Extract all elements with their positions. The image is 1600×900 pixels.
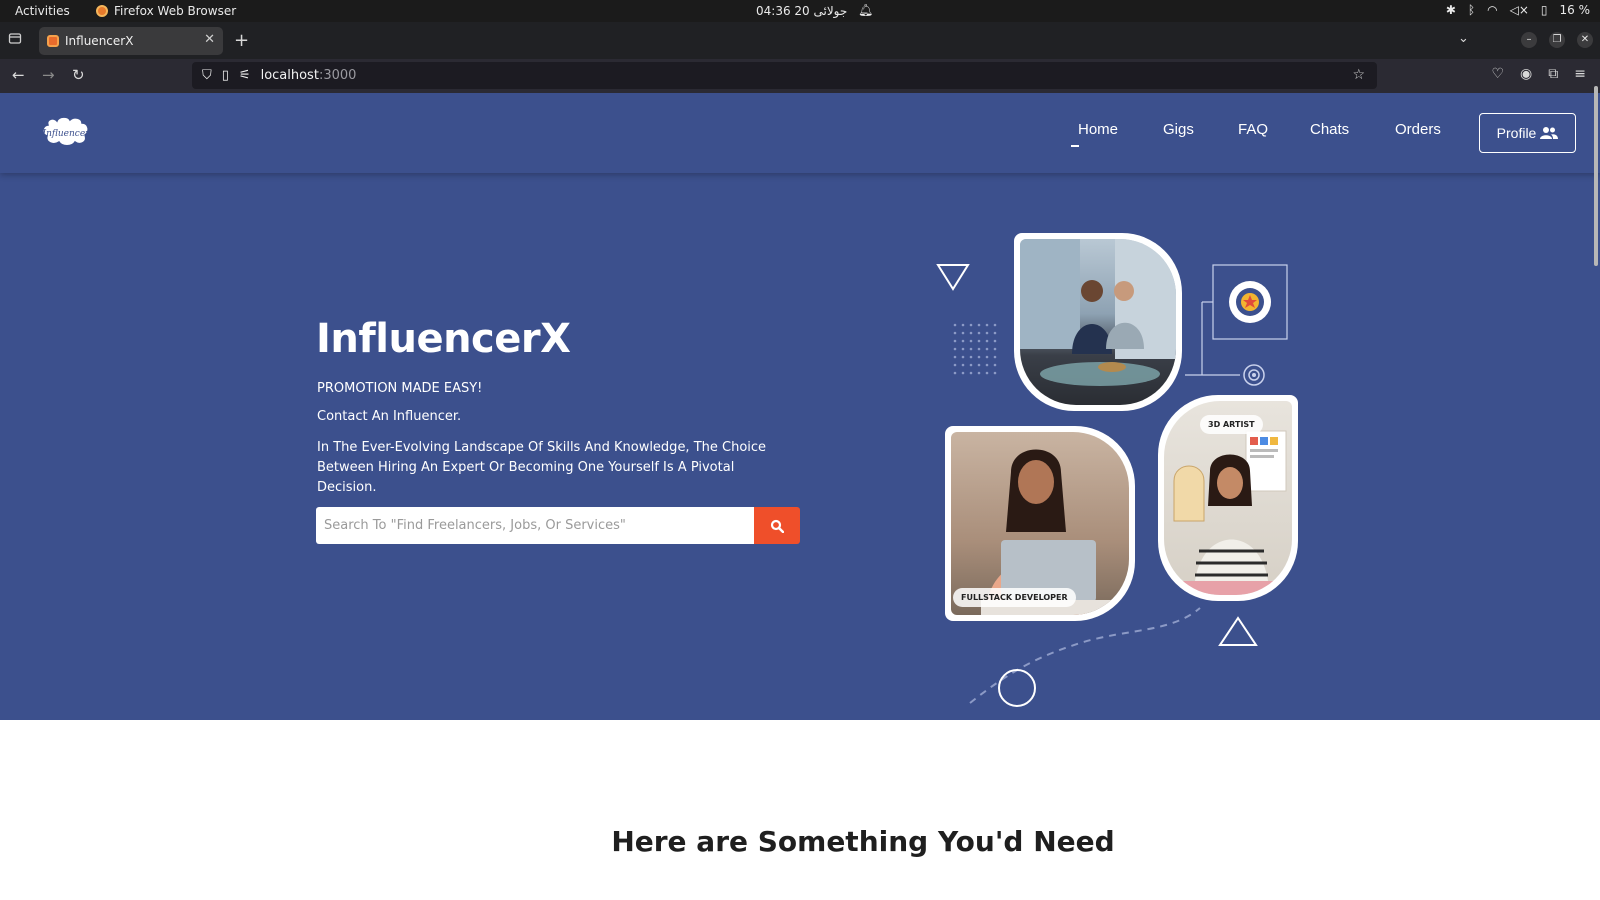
minimize-icon[interactable]: – [1521, 32, 1537, 48]
hero-title: InfluencerX [316, 316, 571, 362]
new-tab-button[interactable]: + [234, 30, 249, 51]
hero-tagline: PROMOTION MADE EASY! [317, 381, 483, 396]
search-button[interactable] [754, 507, 800, 544]
nav-faq[interactable]: FAQ [1238, 121, 1268, 138]
url-bar[interactable]: ⛉ ▯ ⚟ localhost:3000 ☆ [192, 62, 1377, 89]
nav-chats[interactable]: Chats [1310, 121, 1349, 138]
permissions-icon[interactable]: ⚟ [239, 68, 251, 83]
tab-title: InfluencerX [65, 34, 134, 48]
hero-illustration: FULLSTACK DEVELOPER 3D ARTIST [930, 233, 1310, 713]
battery-icon: ▯ [1540, 3, 1548, 17]
pocket-icon[interactable]: ♡ [1491, 66, 1504, 82]
tab-list-icon[interactable] [8, 31, 26, 49]
profile-button[interactable]: Profile [1479, 113, 1576, 153]
close-tab-icon[interactable]: ✕ [204, 32, 215, 47]
page-icon: ▯ [221, 68, 229, 83]
battery-percent: 16 % [1559, 3, 1591, 17]
os-top-bar: Activities Firefox Web Browser 04:36 20 … [0, 0, 1600, 22]
shield-icon[interactable]: ⛉ [202, 68, 212, 83]
tab-favicon-icon [47, 35, 59, 47]
hero-contact-text: Contact An Influencer. [317, 409, 462, 424]
users-icon [1540, 127, 1559, 139]
back-icon[interactable]: ← [12, 66, 25, 84]
extensions-icon[interactable]: ⧉ [1548, 66, 1558, 82]
photo-business-meeting [1014, 233, 1182, 411]
tab-influencerx[interactable]: InfluencerX ✕ [39, 27, 223, 55]
activities-button[interactable]: Activities [15, 4, 70, 18]
photo-fullstack-developer: FULLSTACK DEVELOPER [945, 426, 1135, 621]
active-app[interactable]: Firefox Web Browser [96, 4, 236, 18]
url-port: :3000 [318, 68, 357, 83]
reload-icon[interactable]: ↻ [72, 66, 85, 84]
search-input[interactable] [316, 507, 754, 544]
site-logo[interactable]: Influencer [40, 115, 92, 149]
page-viewport: Influencer Home Gigs FAQ Chats Orders Pr… [0, 93, 1600, 900]
bell-icon[interactable]: 🔔︎ [858, 3, 873, 17]
nav-orders[interactable]: Orders [1395, 121, 1441, 138]
page-scrollbar[interactable] [1594, 86, 1598, 266]
bookmark-star-icon[interactable]: ☆ [1352, 67, 1365, 83]
chevron-down-icon[interactable]: ⌄ [1458, 31, 1469, 46]
browser-nav-bar: ← → ↻ ⛉ ▯ ⚟ localhost:3000 ☆ ♡ ◉ ⧉ ≡ [0, 59, 1600, 93]
profile-button-label: Profile [1496, 125, 1537, 141]
volume-muted-icon: ◁× [1509, 3, 1529, 17]
bluetooth-icon: ᛒ [1467, 3, 1476, 17]
accessibility-icon: ✱ [1445, 3, 1456, 17]
menu-icon[interactable]: ≡ [1574, 66, 1586, 82]
search-bar [316, 507, 800, 544]
nav-home[interactable]: Home [1078, 121, 1118, 138]
hero-section: InfluencerX PROMOTION MADE EASY! Contact… [0, 173, 1600, 720]
label-3d-artist: 3D ARTIST [1200, 415, 1263, 434]
nav-gigs[interactable]: Gigs [1163, 121, 1194, 138]
url-host: localhost [260, 68, 319, 83]
close-window-icon[interactable]: ✕ [1577, 32, 1593, 48]
clock[interactable]: 04:36 20 جولائی [756, 4, 847, 18]
restore-icon[interactable]: ❐ [1549, 32, 1565, 48]
wifi-icon: ◠ [1487, 3, 1498, 17]
hero-description: In The Ever-Evolving Landscape Of Skills… [317, 440, 767, 495]
account-icon[interactable]: ◉ [1520, 66, 1532, 82]
system-tray[interactable]: ✱ ᛒ ◠ ◁× ▯ 16 % [1446, 3, 1590, 17]
photo-3d-artist: 3D ARTIST [1158, 395, 1298, 601]
forward-icon[interactable]: → [42, 66, 55, 84]
site-header: Influencer Home Gigs FAQ Chats Orders Pr… [0, 93, 1600, 173]
search-icon [770, 519, 784, 533]
toolbar-icons: ♡ ◉ ⧉ ≡ [1491, 66, 1586, 82]
firefox-icon [96, 5, 108, 17]
browser-tab-bar: InfluencerX ✕ + ⌄ – ❐ ✕ [0, 22, 1600, 59]
section-title: Here are Something You'd Need [611, 825, 1115, 858]
logo-text: Influencer [42, 129, 91, 139]
active-nav-indicator [1071, 145, 1079, 147]
label-fullstack-developer: FULLSTACK DEVELOPER [953, 588, 1076, 607]
active-app-label: Firefox Web Browser [114, 4, 237, 18]
